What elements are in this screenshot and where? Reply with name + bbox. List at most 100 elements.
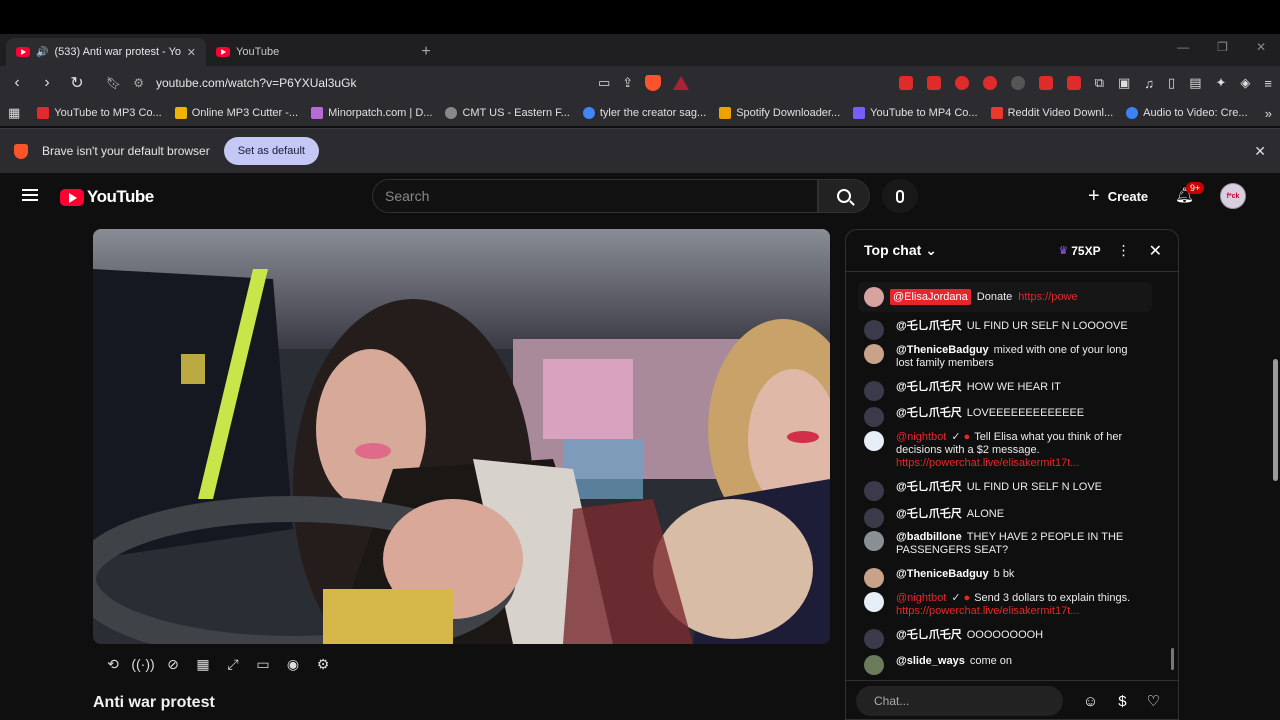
video-player[interactable]: [93, 229, 830, 644]
infobar-close-icon[interactable]: ✕: [1254, 143, 1266, 160]
chat-author[interactable]: @乇乚爪乇尺: [896, 407, 962, 419]
extension-icon[interactable]: [926, 76, 941, 90]
set-default-button[interactable]: Set as default: [223, 137, 319, 165]
page-scrollbar-thumb[interactable]: [1273, 359, 1278, 481]
search-input[interactable]: Search: [372, 179, 818, 213]
bookmark-favicon-icon: [311, 107, 324, 119]
puzzle-extensions-icon[interactable]: ⧉: [1095, 75, 1104, 91]
sidebar-icon[interactable]: ▯: [1168, 75, 1175, 91]
bookmark-item[interactable]: YouTube to MP4 Co...: [853, 107, 978, 119]
emoji-icon[interactable]: ☺: [1083, 693, 1098, 710]
chat-link[interactable]: https://powerchat.live/elisakermit17t...: [896, 605, 1079, 617]
chat-author[interactable]: @乇乚爪乇尺: [896, 629, 962, 641]
maximize-icon[interactable]: ❐: [1217, 40, 1228, 54]
bookmark-item[interactable]: Reddit Video Downl...: [990, 107, 1113, 119]
leo-icon[interactable]: ✦: [1216, 75, 1227, 91]
video-frame-image: [93, 229, 830, 644]
minimize-icon[interactable]: —: [1177, 40, 1189, 54]
chat-input[interactable]: Chat...: [856, 686, 1063, 716]
pinned-message[interactable]: @ElisaJordana Donate https://powe: [858, 282, 1152, 312]
miniplayer-icon[interactable]: ▭: [253, 654, 273, 674]
bookmark-item[interactable]: Audio to Video: Cre...: [1126, 107, 1248, 119]
bookmark-item[interactable]: YouTube to MP3 Co...: [37, 107, 162, 119]
voice-search-button[interactable]: [882, 179, 918, 213]
search-button[interactable]: [818, 179, 870, 213]
heart-icon[interactable]: ♡: [1147, 692, 1160, 710]
tab-youtube[interactable]: YouTube: [206, 38, 406, 66]
bookmark-item[interactable]: Minorpatch.com | D...: [311, 107, 432, 119]
youtube-logo[interactable]: YouTube: [60, 187, 154, 207]
create-button[interactable]: + Create: [1088, 185, 1148, 208]
address-bar[interactable]: 🔖︎ ⚙︎ youtube.com/watch?v=P6YXUal3uGk: [106, 76, 586, 90]
tab-youtube-video[interactable]: 🔊 (533) Anti war protest - YouTu ✕: [6, 38, 206, 66]
loop-icon[interactable]: ⟲: [103, 654, 123, 674]
wallet-icon[interactable]: ▤: [1189, 75, 1201, 91]
chat-link[interactable]: https://powerchat.live/elisakermit17t...: [896, 457, 1079, 469]
window-close-icon[interactable]: ✕: [1256, 40, 1266, 54]
speaker-icon[interactable]: 🔊: [36, 47, 48, 58]
chat-text: ALONE: [966, 508, 1005, 520]
resize-icon[interactable]: ⤢: [223, 654, 243, 674]
cinema-icon[interactable]: ▦: [193, 654, 213, 674]
share-icon[interactable]: ⇪: [622, 75, 633, 91]
more-options-icon[interactable]: ⋮: [1117, 242, 1131, 259]
cast-icon[interactable]: ▭: [598, 75, 610, 91]
screenshot-icon[interactable]: ▣: [1118, 75, 1130, 91]
chat-author[interactable]: @nightbot: [896, 431, 946, 443]
new-tab-button[interactable]: +: [412, 38, 440, 66]
xp-badge[interactable]: ♛ 75XP: [1058, 244, 1100, 258]
chat-scrollbar[interactable]: [1171, 648, 1174, 670]
tab-strip: 🔊 (533) Anti war protest - YouTu ✕ YouTu…: [0, 34, 1280, 66]
hide-icon[interactable]: ⊘: [163, 654, 183, 674]
chat-close-icon[interactable]: ✕: [1149, 241, 1162, 261]
chevron-down-icon: ⌄: [925, 242, 937, 258]
reload-button[interactable]: ↻: [68, 73, 86, 93]
pinned-link[interactable]: https://powe: [1018, 291, 1077, 303]
chat-author[interactable]: @slide_ways: [896, 655, 965, 667]
bookmark-item[interactable]: tyler the creator sag...: [582, 107, 707, 119]
url-text[interactable]: youtube.com/watch?v=P6YXUal3uGk: [156, 76, 356, 90]
super-chat-icon[interactable]: $: [1118, 693, 1126, 710]
chat-author[interactable]: @乇乚爪乇尺: [896, 320, 962, 332]
forward-button[interactable]: ›: [38, 74, 56, 92]
chat-author[interactable]: @TheniceBadguy: [896, 568, 989, 580]
bookmark-icon[interactable]: 🔖︎: [106, 76, 121, 90]
bookmark-item[interactable]: Spotify Downloader...: [719, 107, 840, 119]
settings-gear-icon[interactable]: ⚙: [313, 654, 333, 674]
brave-shields-icon[interactable]: [645, 75, 662, 91]
chat-author[interactable]: @乇乚爪乇尺: [896, 481, 962, 493]
chat-author[interactable]: @nightbot: [896, 592, 946, 604]
youtube-header: YouTube Search + Create 🔔︎ 9+ f*ck: [0, 173, 1270, 219]
extension-icon[interactable]: [982, 76, 997, 90]
chat-author[interactable]: @TheniceBadguy: [896, 344, 989, 356]
extension-icon[interactable]: [898, 76, 913, 90]
apps-grid-icon[interactable]: ▦: [8, 105, 20, 121]
back-button[interactable]: ‹: [8, 74, 26, 92]
extension-icon[interactable]: [954, 76, 969, 90]
screenshot-camera-icon[interactable]: ◉: [283, 654, 303, 674]
extension-icon[interactable]: [1010, 76, 1025, 90]
chat-author[interactable]: @badbillone: [896, 531, 962, 543]
chat-mode-dropdown[interactable]: Top chat ⌄: [864, 242, 937, 259]
site-settings-icon[interactable]: ⚙︎: [133, 76, 144, 90]
broadcast-icon[interactable]: ((·)): [131, 654, 154, 674]
bookmark-item[interactable]: CMT US - Eastern F...: [445, 107, 570, 119]
chat-author[interactable]: @乇乚爪乇尺: [896, 508, 962, 520]
xp-value: 75XP: [1071, 243, 1101, 258]
tab-title: (533) Anti war protest - YouTu: [54, 46, 181, 58]
media-icon[interactable]: ♫: [1144, 76, 1154, 91]
chat-mode-label: Top chat: [864, 242, 922, 258]
chat-author[interactable]: @乇乚爪乇尺: [896, 381, 962, 393]
tab-close-icon[interactable]: ✕: [187, 46, 196, 59]
more-bookmarks-icon[interactable]: »: [1265, 106, 1272, 121]
guide-menu-icon[interactable]: [22, 189, 38, 201]
extension-icon[interactable]: [1066, 76, 1081, 90]
bookmark-label: tyler the creator sag...: [599, 107, 707, 119]
bookmark-item[interactable]: Online MP3 Cutter -...: [174, 107, 298, 119]
account-avatar[interactable]: f*ck: [1220, 183, 1246, 209]
brave-rewards-icon[interactable]: [673, 76, 690, 90]
vpn-icon[interactable]: ◈: [1240, 75, 1250, 91]
menu-icon[interactable]: ≡: [1264, 76, 1272, 91]
extension-icon[interactable]: [1038, 76, 1053, 90]
window-controls: — ❐ ✕: [1177, 40, 1280, 54]
